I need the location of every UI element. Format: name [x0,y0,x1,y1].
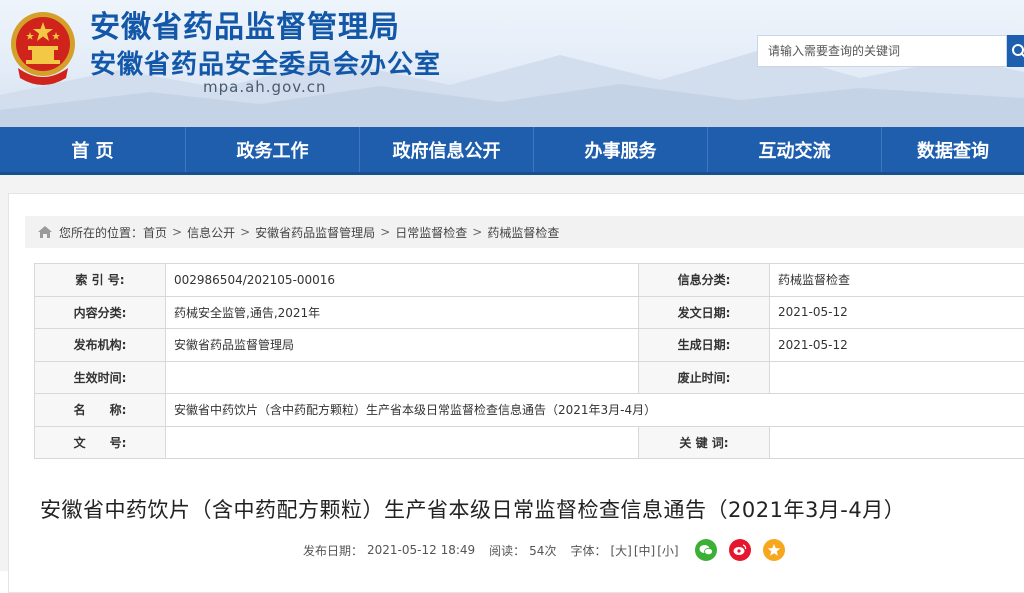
views-label: 阅读： [489,542,525,559]
publisher-value: 安徽省药品监督管理局 [166,329,639,362]
generated-date-label: 生成日期: [639,329,770,362]
index-value: 002986504/202105-00016 [166,264,639,297]
breadcrumb-separator: > [172,225,182,239]
nav-item-info-disclosure[interactable]: 政府信息公开 [360,127,534,172]
document-number-label: 文 号: [35,426,166,459]
index-label: 索 引 号: [35,264,166,297]
article-title: 安徽省中药饮片（含中药配方颗粒）生产省本级日常监督检查信息通告（2021年3月-… [40,494,905,524]
keywords-label: 关 键 词: [639,426,770,459]
document-number-value [166,426,639,459]
search-box [757,35,1007,67]
publisher-label: 发布机构: [35,329,166,362]
site-header: 安徽省药品监督管理局 安徽省药品安全委员会办公室 mpa.ah.gov.cn [0,0,1024,127]
keywords-value [770,426,1024,459]
breadcrumb-separator: > [472,225,482,239]
breadcrumb: 您所在的位置： 首页 > 信息公开 > 安徽省药品监督管理局 > 日常监督检查 … [25,216,1024,248]
home-icon [37,225,53,239]
effective-time-value [166,361,639,394]
table-row: 内容分类: 药械安全监管,通告,2021年 发文日期: 2021-05-12 [35,296,1024,329]
table-row: 索 引 号: 002986504/202105-00016 信息分类: 药械监督… [35,264,1024,297]
star-icon [767,543,781,557]
font-size-medium-link[interactable]: [中] [634,542,655,559]
breadcrumb-separator: > [380,225,390,239]
table-row: 发布机构: 安徽省药品监督管理局 生成日期: 2021-05-12 [35,329,1024,362]
font-size-label: 字体： [570,542,606,559]
site-title-primary: 安徽省药品监督管理局 [90,2,400,46]
effective-time-label: 生效时间: [35,361,166,394]
publish-date-value: 2021-05-12 18:49 [367,543,475,557]
table-row: 生效时间: 废止时间: [35,361,1024,394]
nav-item-home[interactable]: 首 页 [0,127,186,172]
breadcrumb-item-agency[interactable]: 安徽省药品监督管理局 [255,224,375,241]
national-emblem-icon [8,8,78,88]
category-value: 药械监督检查 [770,264,1024,297]
category-label: 信息分类: [639,264,770,297]
name-value: 安徽省中药饮片（含中药配方颗粒）生产省本级日常监督检查信息通告（2021年3月-… [166,394,1024,427]
content-category-value: 药械安全监管,通告,2021年 [166,296,639,329]
share-weibo-button[interactable] [729,539,751,561]
share-wechat-button[interactable] [695,539,717,561]
name-label: 名 称: [35,394,166,427]
nav-item-government-work[interactable]: 政务工作 [186,127,360,172]
issue-date-label: 发文日期: [639,296,770,329]
nav-item-data-query[interactable]: 数据查询 [882,127,1024,172]
content-area: 您所在的位置： 首页 > 信息公开 > 安徽省药品监督管理局 > 日常监督检查 … [0,175,1024,571]
nav-item-services[interactable]: 办事服务 [534,127,708,172]
article-meta-bar: 发布日期： 2021-05-12 18:49 阅读： 54次 字体： [大] [… [303,539,789,561]
search-button[interactable] [1007,35,1024,67]
favorite-button[interactable] [763,539,785,561]
font-size-small-link[interactable]: [小] [657,542,678,559]
weibo-icon [733,544,747,556]
table-row: 文 号: 关 键 词: [35,426,1024,459]
breadcrumb-item-drug-device-inspection[interactable]: 药械监督检查 [487,224,559,241]
breadcrumb-item-info-disclosure[interactable]: 信息公开 [187,224,235,241]
breadcrumb-item-home[interactable]: 首页 [143,224,167,241]
wechat-icon [699,544,713,556]
expire-time-value [770,361,1024,394]
table-row: 名 称: 安徽省中药饮片（含中药配方颗粒）生产省本级日常监督检查信息通告（202… [35,394,1024,427]
breadcrumb-item-daily-inspection[interactable]: 日常监督检查 [395,224,467,241]
document-metadata-table: 索 引 号: 002986504/202105-00016 信息分类: 药械监督… [34,263,1024,459]
content-category-label: 内容分类: [35,296,166,329]
site-title-secondary: 安徽省药品安全委员会办公室 [90,44,441,81]
font-size-large-link[interactable]: [大] [610,542,631,559]
nav-item-interaction[interactable]: 互动交流 [708,127,882,172]
issue-date-value: 2021-05-12 [770,296,1024,329]
search-icon [1007,35,1024,67]
main-nav: 首 页 政务工作 政府信息公开 办事服务 互动交流 数据查询 [0,127,1024,175]
generated-date-value: 2021-05-12 [770,329,1024,362]
views-value: 54次 [529,542,556,559]
site-domain: mpa.ah.gov.cn [203,78,327,96]
expire-time-label: 废止时间: [639,361,770,394]
breadcrumb-prefix: 您所在的位置： [59,224,143,241]
search-input[interactable] [758,36,1006,66]
publish-date-label: 发布日期： [303,542,363,559]
breadcrumb-separator: > [240,225,250,239]
